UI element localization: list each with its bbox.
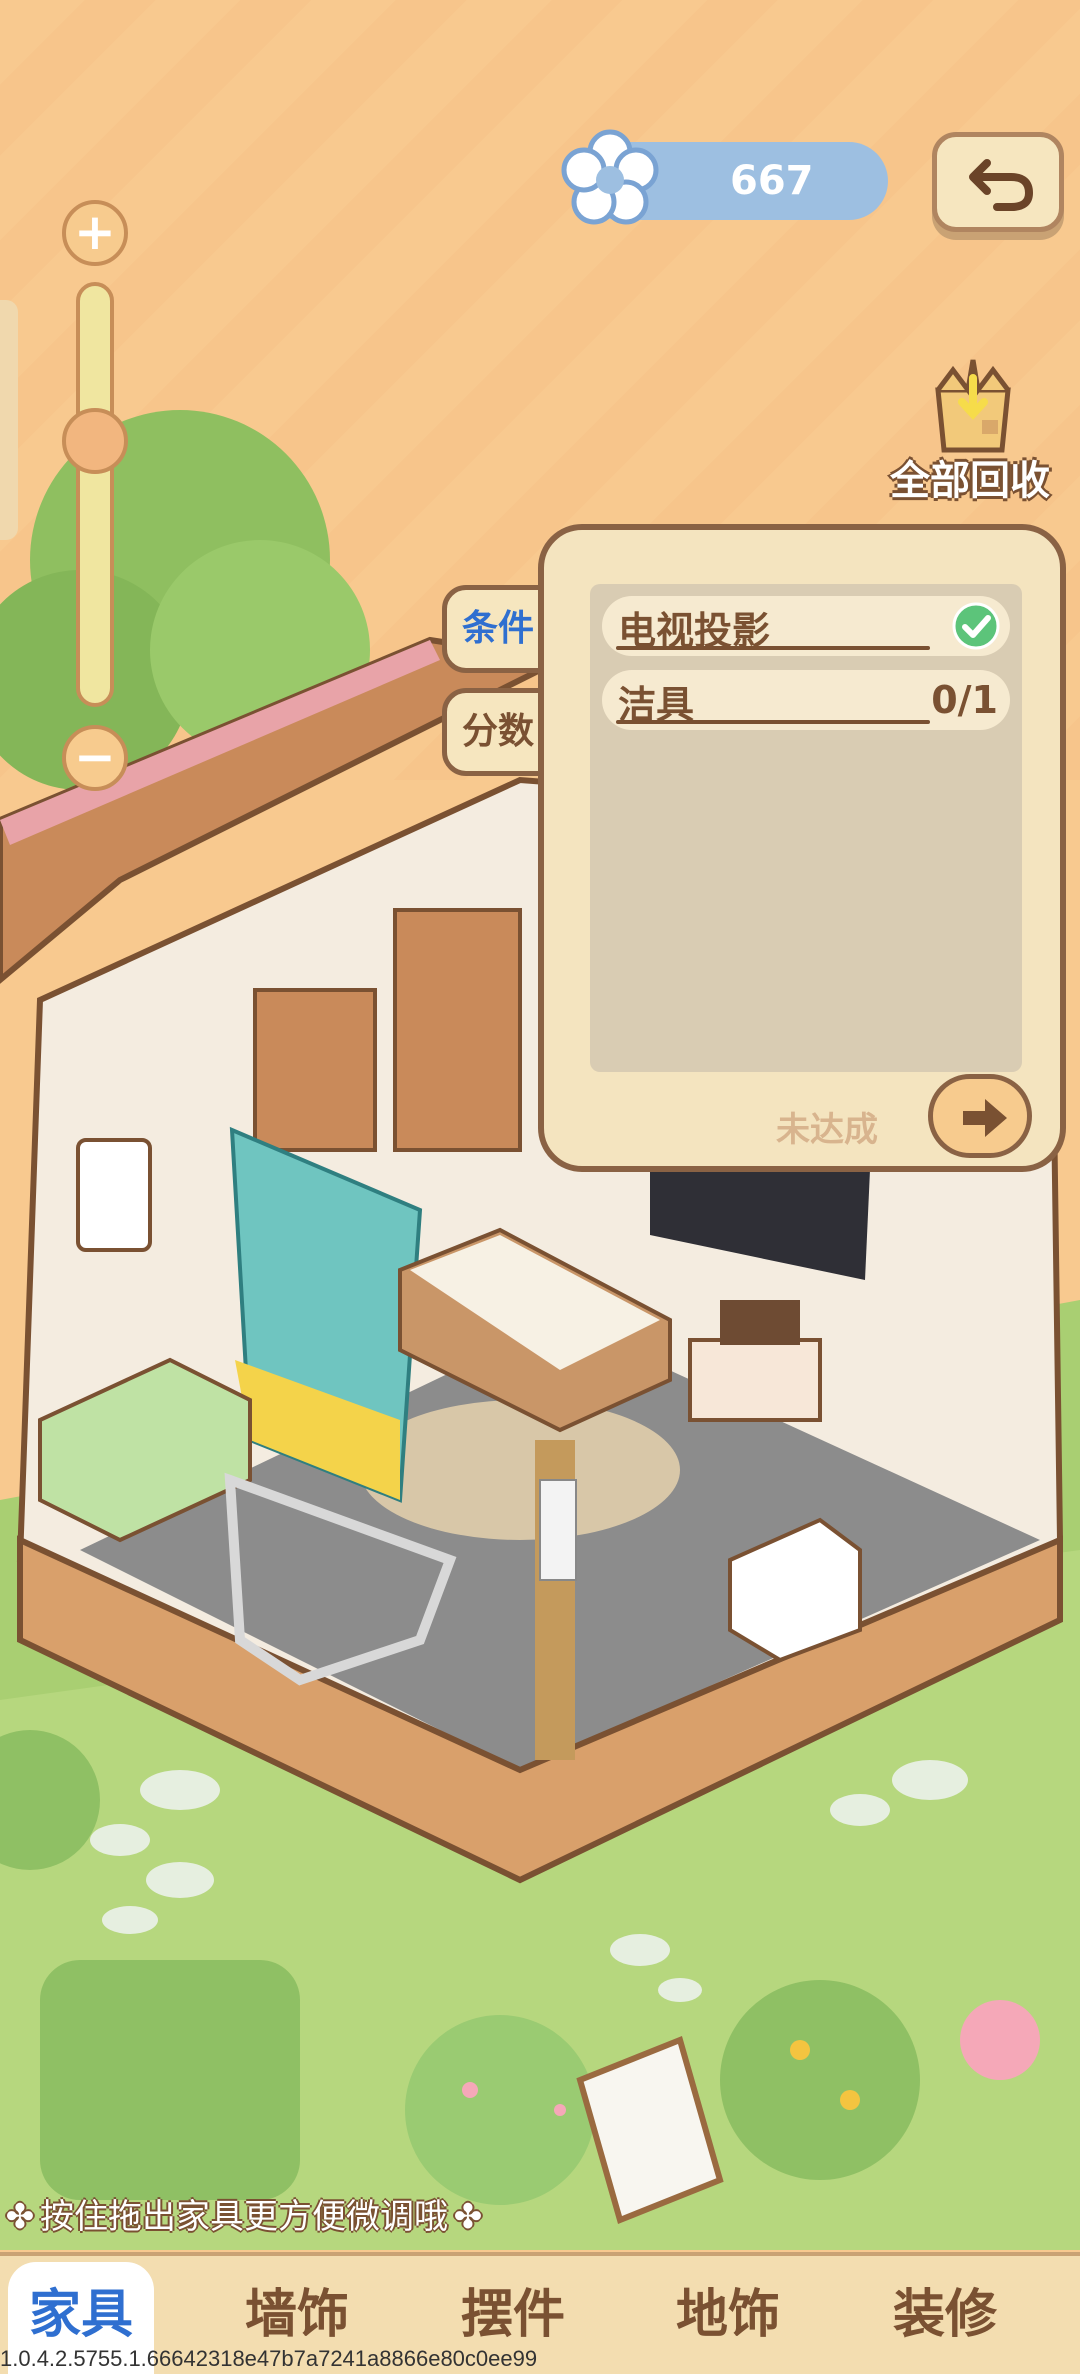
back-button[interactable] [932, 132, 1064, 232]
arrow-right-icon [963, 1099, 1007, 1137]
condition-item: 电视投影 [602, 596, 1010, 656]
left-edge-tab[interactable] [0, 300, 18, 540]
conditions-panel: 电视投影 洁具 0/1 未达成 [538, 524, 1066, 1172]
condition-underline [616, 646, 930, 650]
zoom-out-button[interactable]: − [62, 725, 128, 791]
hint-text: 按住拖出家具更方便微调哦 [40, 2197, 448, 2237]
zoom-slider-handle[interactable] [62, 407, 128, 474]
condition-item: 洁具 0/1 [602, 670, 1010, 730]
drag-hint: ✤ 按住拖出家具更方便微调哦 ✤ [0, 2182, 580, 2252]
build-id: 1.0.4.2.5755.1.66642318e47b7a7241a8866e8… [0, 2346, 538, 2371]
checkmark-icon [952, 602, 1000, 650]
currency-value: 667 [730, 158, 814, 204]
recycle-all-label: 全部回收 [890, 458, 1050, 504]
next-button[interactable] [928, 1074, 1032, 1158]
zoom-in-button[interactable]: + [62, 200, 128, 266]
clover-icon: ✤ [453, 2197, 483, 2237]
zoom-slider-track[interactable] [76, 282, 114, 707]
recycle-all-button[interactable]: 全部回收 [880, 350, 1060, 510]
flower-icon [561, 129, 659, 225]
nav-renovation[interactable]: 装修 [860, 2256, 1030, 2374]
undo-arrow-icon [969, 159, 1034, 211]
condition-underline [616, 720, 930, 724]
nav-floor-decor[interactable]: 地饰 [643, 2256, 813, 2374]
box-icon [935, 359, 1011, 453]
condition-progress: 0/1 [931, 678, 998, 722]
conditions-list: 电视投影 洁具 0/1 [590, 584, 1022, 1072]
clover-icon: ✤ [5, 2197, 35, 2237]
completion-status: 未达成 [776, 1110, 878, 1150]
currency-counter: 667 [561, 129, 888, 225]
